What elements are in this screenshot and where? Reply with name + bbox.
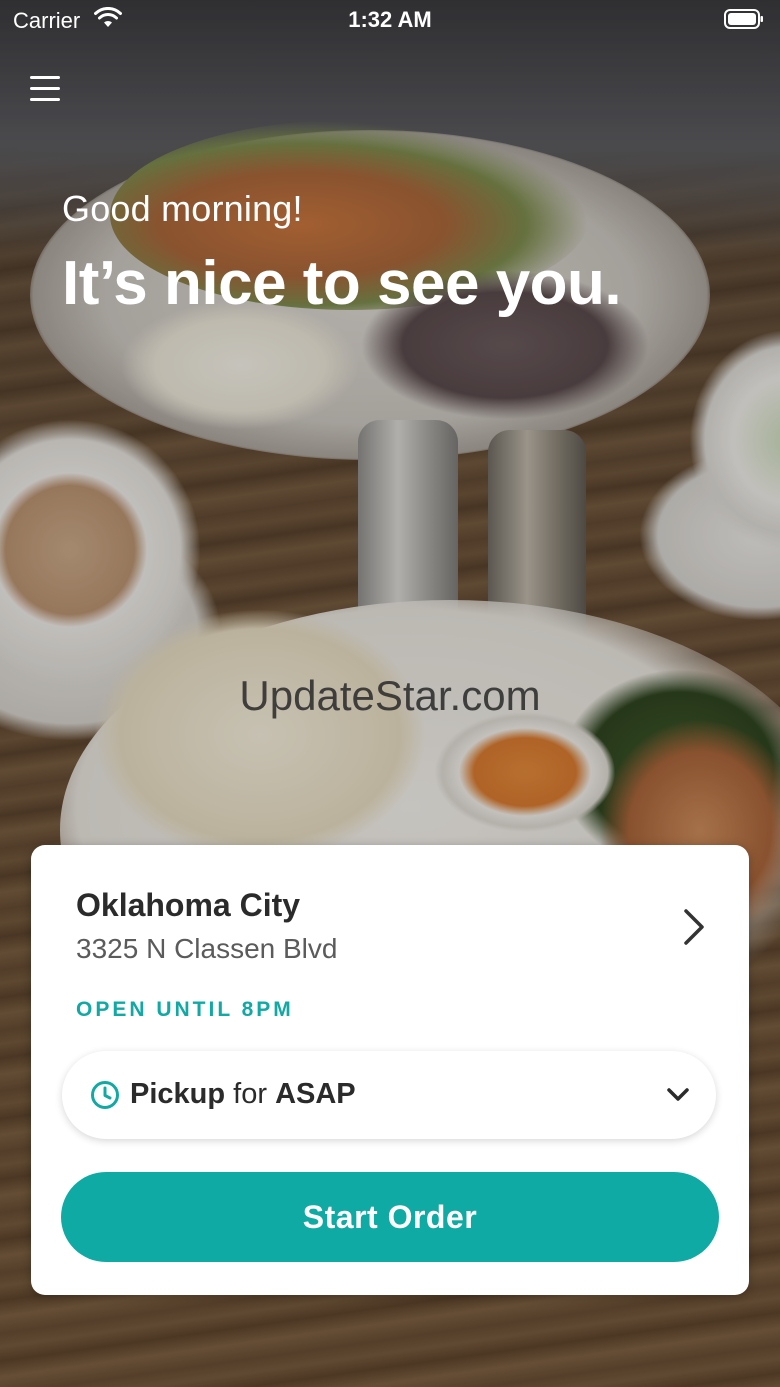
hours-status: OPEN UNTIL 8PM (76, 998, 294, 1021)
watermark-text: UpdateStar.com (239, 672, 541, 719)
start-order-button[interactable]: Start Order (61, 1172, 719, 1262)
clock-icon (91, 1081, 119, 1109)
hamburger-menu-icon[interactable] (24, 70, 66, 108)
pickup-time-selector[interactable]: Pickup for ASAP (62, 1051, 716, 1139)
location-selector[interactable]: Oklahoma City 3325 N Classen Blvd (31, 845, 749, 995)
welcome-headline: It’s nice to see you. (62, 249, 622, 318)
pickup-connector: for (233, 1078, 267, 1110)
clock-time: 1:32 AM (348, 7, 432, 32)
chevron-right-icon (684, 909, 704, 945)
pickup-time: ASAP (275, 1078, 356, 1110)
pickup-label: Pickup for ASAP (130, 1078, 356, 1111)
status-bar: Carrier 1:32 AM (0, 0, 780, 40)
greeting-text: Good morning! (62, 188, 303, 229)
order-mode: Pickup (130, 1078, 226, 1110)
location-card: Oklahoma City 3325 N Classen Blvd OPEN U… (31, 845, 749, 1295)
chevron-down-icon (667, 1088, 689, 1101)
location-address: 3325 N Classen Blvd (76, 933, 338, 964)
battery-icon (724, 9, 763, 29)
location-city: Oklahoma City (76, 887, 301, 923)
